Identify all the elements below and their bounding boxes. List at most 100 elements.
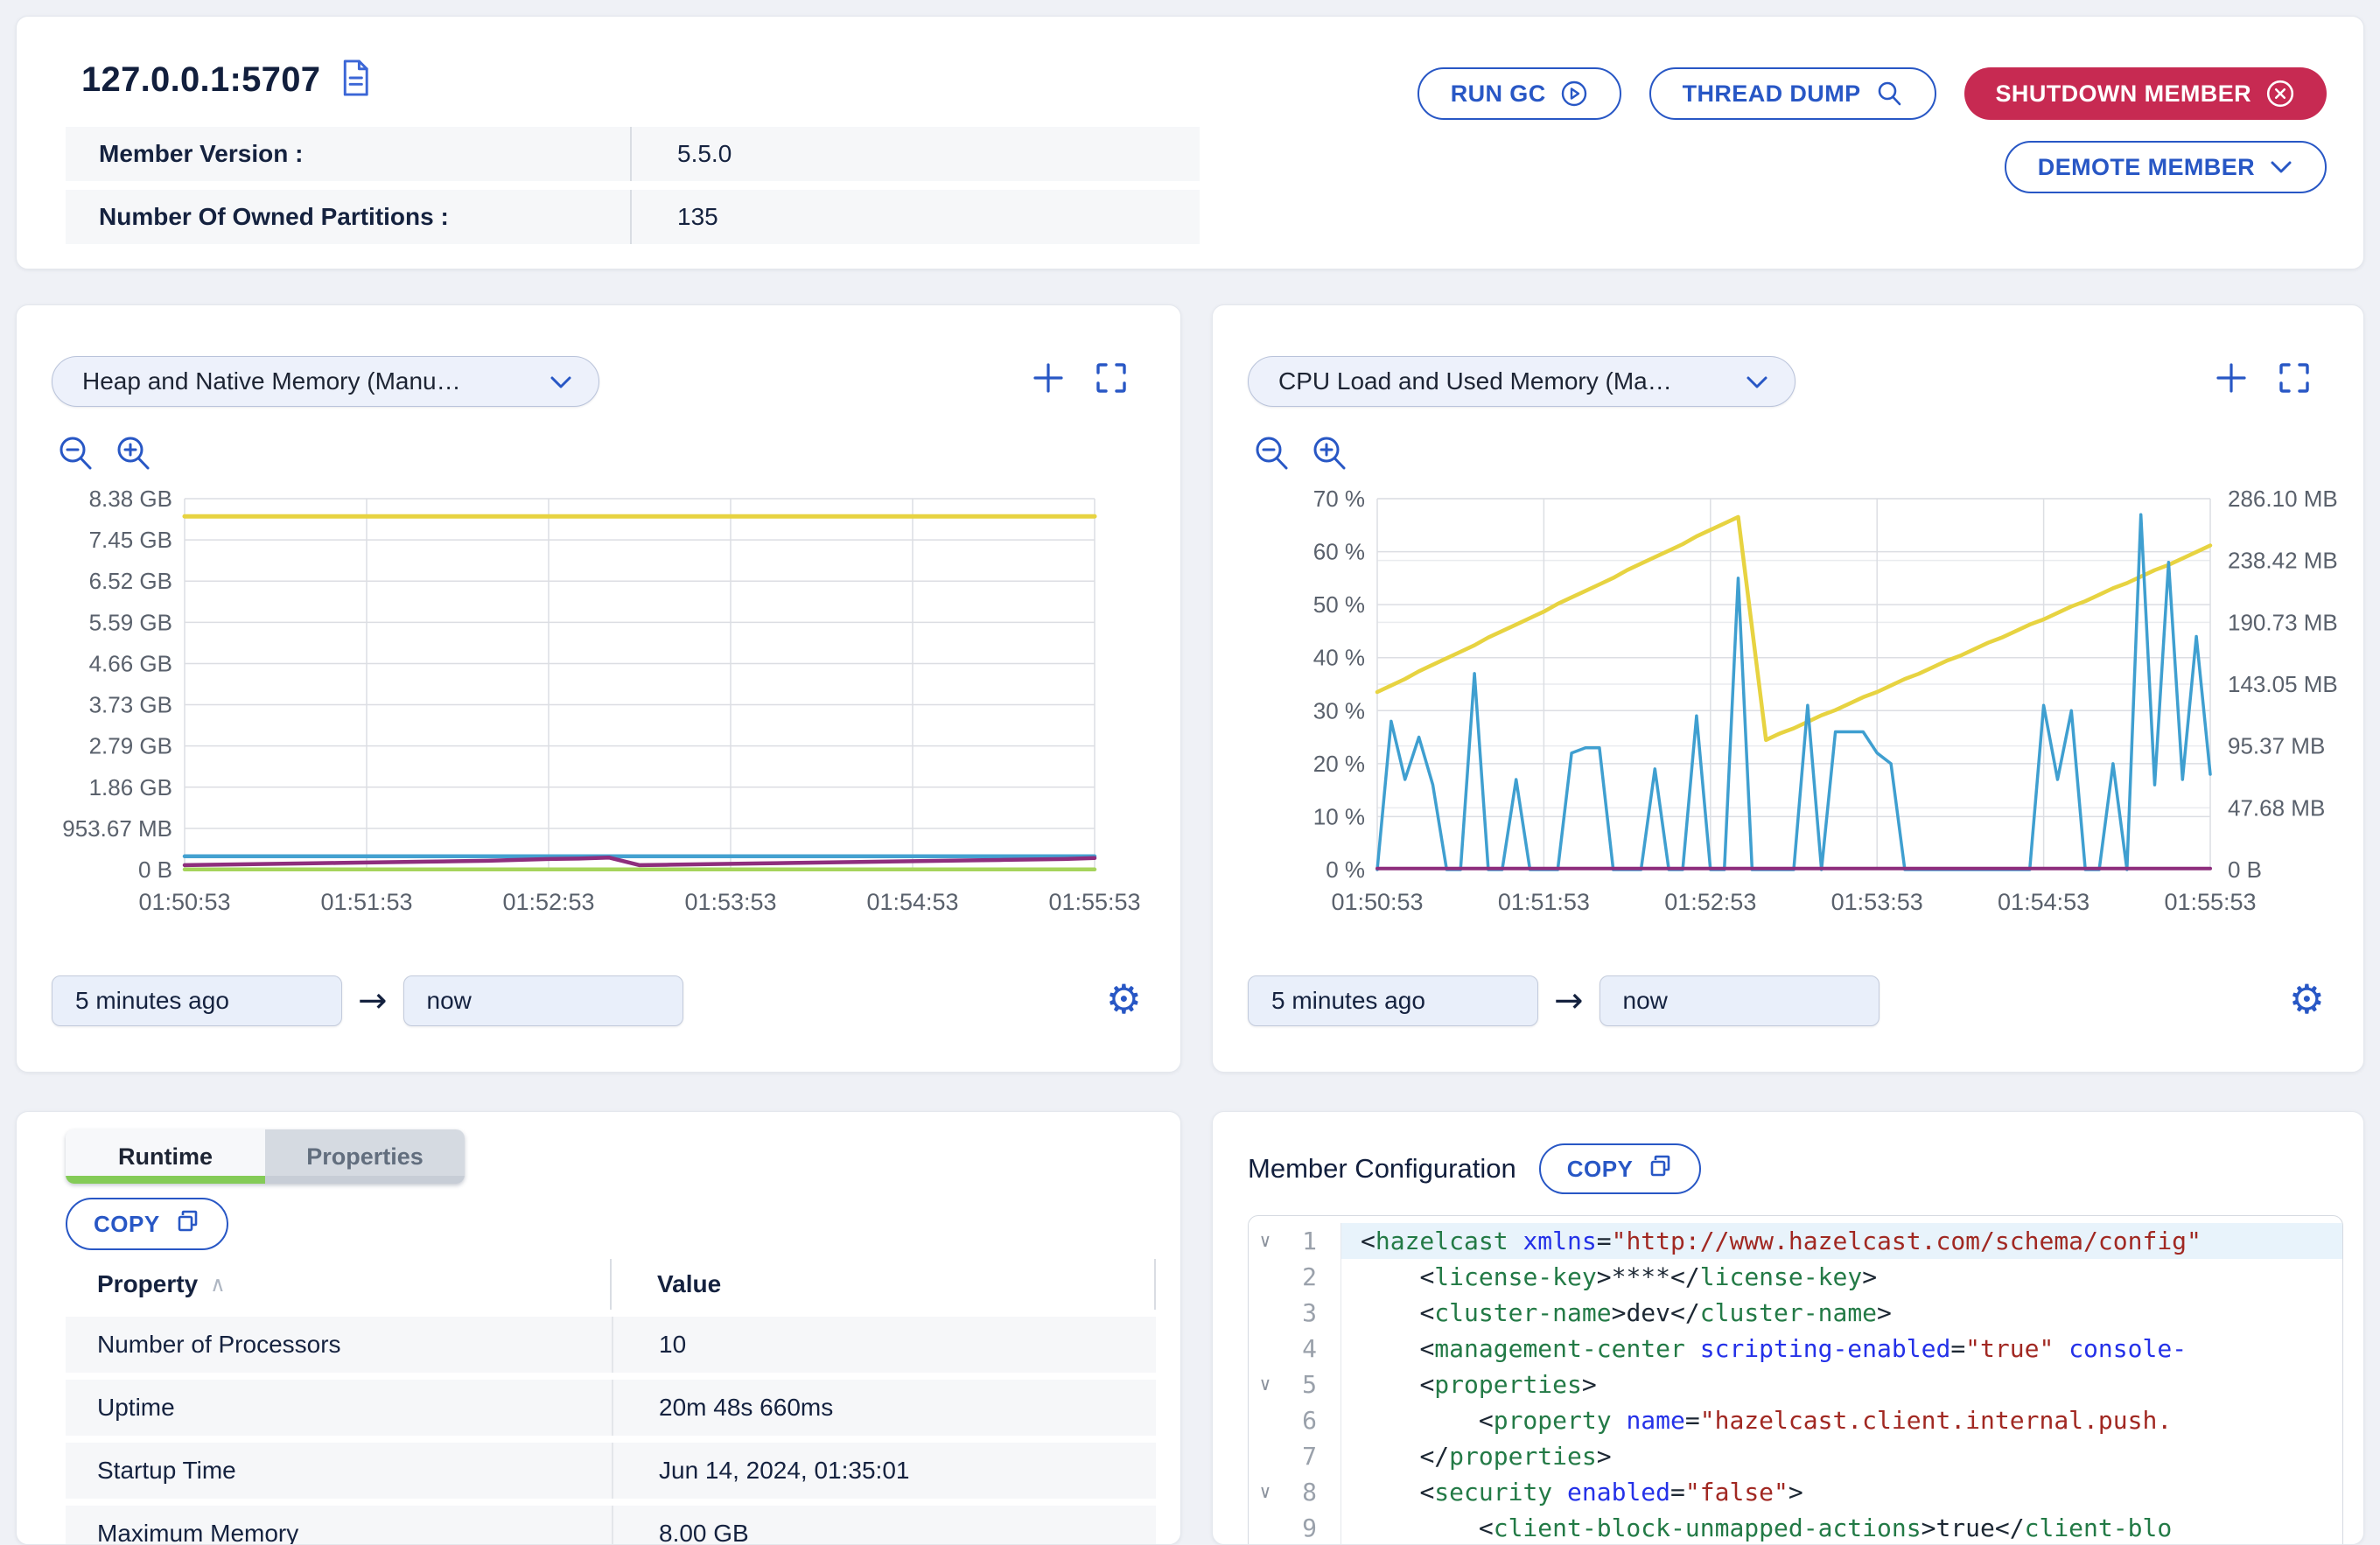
line-number: 4 — [1282, 1331, 1329, 1367]
fullscreen-icon[interactable] — [2276, 360, 2313, 401]
sort-ascending-icon: ∧ — [210, 1272, 226, 1297]
svg-text:01:52:53: 01:52:53 — [502, 889, 594, 915]
svg-text:4.66 GB: 4.66 GB — [89, 650, 172, 676]
cpu-chart-type-select[interactable]: CPU Load and Used Memory (Ma… — [1248, 356, 1796, 407]
config-code-editor[interactable]: ∨1<hazelcast xmlns="http://www.hazelcast… — [1248, 1215, 2343, 1545]
chevron-down-icon — [1746, 367, 1768, 395]
svg-text:0 B: 0 B — [138, 856, 172, 883]
zoom-in-icon[interactable] — [1309, 433, 1349, 478]
svg-text:40 %: 40 % — [1313, 645, 1365, 671]
code-line: 7 </properties> — [1249, 1438, 2342, 1474]
value-cell: 8.00 GB — [612, 1506, 1156, 1545]
chevron-down-icon — [2269, 159, 2293, 175]
code-line: ∨1<hazelcast xmlns="http://www.hazelcast… — [1249, 1223, 2342, 1259]
time-to-input[interactable] — [1600, 975, 1880, 1026]
svg-text:01:52:53: 01:52:53 — [1664, 889, 1756, 915]
runtime-table-header: Property ∧ Value — [66, 1259, 1156, 1310]
svg-text:01:51:53: 01:51:53 — [320, 889, 412, 915]
copy-address-icon[interactable] — [340, 59, 371, 101]
chart-settings-gear-icon[interactable]: ⚙ — [2289, 979, 2325, 1019]
time-from-input[interactable] — [52, 975, 342, 1026]
table-row: Maximum Memory8.00 GB — [66, 1506, 1156, 1545]
svg-text:190.73 MB: 190.73 MB — [2228, 609, 2338, 635]
code-line: 4 <management-center scripting-enabled="… — [1249, 1331, 2342, 1367]
svg-text:50 %: 50 % — [1313, 591, 1365, 618]
code-line: 6 <property name="hazelcast.client.inter… — [1249, 1402, 2342, 1438]
add-chart-icon[interactable] — [2213, 360, 2250, 401]
svg-text:8.38 GB: 8.38 GB — [89, 486, 172, 512]
cpu-load-chart: 286.10 MB238.42 MB190.73 MB143.05 MB95.3… — [1230, 477, 2348, 940]
member-configuration-panel: Member Configuration COPY ∨1<hazelcast x… — [1212, 1111, 2364, 1545]
zoom-in-icon[interactable] — [113, 433, 153, 478]
line-number: 1 — [1282, 1223, 1329, 1259]
table-row: Number Of Owned Partitions : 135 — [66, 190, 1200, 244]
chart-settings-gear-icon[interactable]: ⚙ — [1106, 979, 1142, 1019]
arrow-right-icon: → — [358, 981, 388, 1021]
fullscreen-icon[interactable] — [1093, 360, 1130, 401]
shutdown-member-button[interactable]: SHUTDOWN MEMBER — [1964, 67, 2327, 120]
thread-dump-button[interactable]: THREAD DUMP — [1649, 67, 1936, 120]
column-header-value: Value — [612, 1270, 721, 1298]
svg-text:01:55:53: 01:55:53 — [2164, 889, 2256, 915]
heap-chart-type-select[interactable]: Heap and Native Memory (Manu… — [52, 356, 599, 407]
fold-spacer — [1249, 1438, 1282, 1474]
tab-properties[interactable]: Properties — [265, 1129, 465, 1184]
search-icon — [1875, 80, 1903, 108]
code-text: <security enabled="false"> — [1341, 1474, 2342, 1510]
svg-text:20 %: 20 % — [1313, 751, 1365, 777]
table-row: Number of Processors10 — [66, 1317, 1156, 1373]
time-from-input[interactable] — [1248, 975, 1538, 1026]
svg-text:01:53:53: 01:53:53 — [684, 889, 776, 915]
arrow-right-icon: → — [1554, 981, 1584, 1021]
code-gutter: 3 — [1249, 1295, 1341, 1331]
code-line: ∨8 <security enabled="false"> — [1249, 1474, 2342, 1510]
table-row: Uptime20m 48s 660ms — [66, 1380, 1156, 1436]
code-text: <properties> — [1341, 1367, 2342, 1402]
value-cell: 20m 48s 660ms — [612, 1380, 1156, 1436]
tab-runtime[interactable]: Runtime — [66, 1129, 265, 1184]
svg-text:238.42 MB: 238.42 MB — [2228, 548, 2338, 574]
fold-chevron-icon[interactable]: ∨ — [1249, 1223, 1282, 1259]
demote-member-button[interactable]: DEMOTE MEMBER — [2005, 141, 2327, 193]
column-header-property[interactable]: Property ∧ — [66, 1259, 612, 1310]
code-line: 3 <cluster-name>dev</cluster-name> — [1249, 1295, 2342, 1331]
code-gutter: 6 — [1249, 1402, 1341, 1438]
value-cell: 10 — [612, 1317, 1156, 1373]
code-gutter: 4 — [1249, 1331, 1341, 1367]
line-number: 8 — [1282, 1474, 1329, 1510]
svg-text:7.45 GB: 7.45 GB — [89, 527, 172, 553]
copy-icon — [174, 1208, 200, 1241]
code-text: <client-block-unmapped-actions>true</cli… — [1341, 1510, 2342, 1545]
time-to-input[interactable] — [403, 975, 683, 1026]
svg-text:60 %: 60 % — [1313, 539, 1365, 565]
page-title: 127.0.0.1:5707 — [81, 60, 320, 100]
copy-runtime-button[interactable]: COPY — [66, 1198, 228, 1250]
property-cell: Maximum Memory — [66, 1520, 612, 1545]
svg-text:143.05 MB: 143.05 MB — [2228, 671, 2338, 697]
x-circle-icon — [2265, 79, 2295, 108]
fold-chevron-icon[interactable]: ∨ — [1249, 1367, 1282, 1402]
runtime-table: Property ∧ Value Number of Processors10 U… — [66, 1259, 1156, 1545]
svg-text:47.68 MB: 47.68 MB — [2228, 794, 2325, 821]
zoom-out-icon[interactable] — [1251, 433, 1292, 478]
svg-text:10 %: 10 % — [1313, 803, 1365, 829]
property-cell: Number of Processors — [66, 1331, 612, 1359]
svg-text:30 %: 30 % — [1313, 697, 1365, 724]
code-gutter: 9 — [1249, 1510, 1341, 1545]
copy-config-button[interactable]: COPY — [1539, 1143, 1702, 1194]
add-chart-icon[interactable] — [1030, 360, 1067, 401]
zoom-out-icon[interactable] — [55, 433, 95, 478]
info-value: 135 — [630, 190, 1200, 244]
svg-text:01:50:53: 01:50:53 — [1331, 889, 1423, 915]
fold-chevron-icon[interactable]: ∨ — [1249, 1474, 1282, 1510]
info-value: 5.5.0 — [630, 127, 1200, 181]
line-number: 5 — [1282, 1367, 1329, 1402]
line-number: 2 — [1282, 1259, 1329, 1295]
svg-text:01:54:53: 01:54:53 — [1998, 889, 2090, 915]
copy-label: COPY — [1567, 1156, 1634, 1183]
code-gutter: ∨8 — [1249, 1474, 1341, 1510]
run-gc-button[interactable]: RUN GC — [1418, 67, 1621, 120]
code-line: ∨5 <properties> — [1249, 1367, 2342, 1402]
fold-spacer — [1249, 1295, 1282, 1331]
svg-text:01:53:53: 01:53:53 — [1831, 889, 1923, 915]
